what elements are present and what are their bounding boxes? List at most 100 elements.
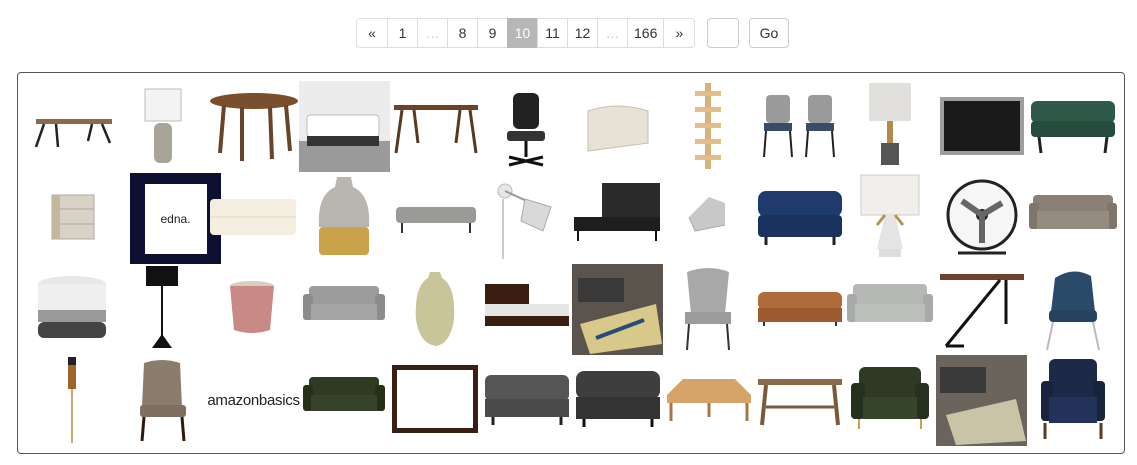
product-thumbnail[interactable]: [754, 264, 845, 355]
product-thumbnail[interactable]: [390, 355, 481, 446]
product-thumbnail[interactable]: [390, 264, 481, 355]
page-12-button[interactable]: 12: [567, 18, 598, 48]
dining-chair-icon: [140, 360, 186, 442]
product-grid: edna. amazonbasics: [17, 72, 1125, 454]
page-9-button[interactable]: 9: [477, 18, 508, 48]
ottoman-icon: [485, 375, 569, 425]
product-thumbnail[interactable]: [936, 264, 1027, 355]
product-thumbnail[interactable]: [299, 264, 390, 355]
product-thumbnail[interactable]: [1027, 173, 1118, 264]
page-8-button[interactable]: 8: [447, 18, 478, 48]
product-thumbnail[interactable]: [118, 264, 209, 355]
product-thumbnail[interactable]: [754, 81, 845, 172]
product-thumbnail[interactable]: [572, 81, 663, 172]
wall-shelf-icon: [695, 83, 721, 169]
living-room-icon: [572, 264, 663, 355]
product-thumbnail[interactable]: [481, 355, 572, 446]
pagination-ellipsis: …: [417, 18, 448, 48]
product-thumbnail[interactable]: [208, 173, 299, 264]
product-thumbnail[interactable]: [299, 81, 390, 172]
vase-icon: [318, 177, 370, 255]
standing-desk-icon: [940, 274, 1024, 348]
product-thumbnail[interactable]: [572, 355, 663, 446]
page-1-button[interactable]: 1: [387, 18, 418, 48]
armless-chair-icon: [1041, 359, 1105, 439]
product-thumbnail[interactable]: [754, 173, 845, 264]
loveseat-icon: [303, 377, 385, 411]
product-thumbnail[interactable]: [1027, 264, 1118, 355]
platform-bed-icon: [574, 183, 660, 241]
table-lamp-icon: [860, 174, 920, 257]
desk-icon: [34, 119, 112, 148]
round-table-icon: [210, 93, 298, 161]
product-thumbnail[interactable]: [663, 173, 754, 264]
pagination-next-button[interactable]: »: [663, 18, 696, 48]
product-thumbnail[interactable]: [663, 81, 754, 172]
product-thumbnail[interactable]: [845, 355, 936, 446]
product-thumbnail[interactable]: [390, 173, 481, 264]
go-button[interactable]: Go: [749, 18, 789, 48]
product-thumbnail[interactable]: [936, 81, 1027, 172]
sofa-icon: [847, 284, 933, 322]
planter-icon: [230, 281, 274, 333]
product-thumbnail[interactable]: [481, 264, 572, 355]
product-thumbnail[interactable]: [936, 355, 1027, 446]
office-chair-icon: [507, 93, 545, 167]
ottoman-icon: [576, 371, 660, 427]
bench-ottoman-icon: [210, 199, 296, 235]
product-thumbnail[interactable]: [663, 264, 754, 355]
page-number-input[interactable]: [707, 18, 739, 48]
vase-icon: [415, 272, 455, 346]
product-thumbnail[interactable]: [390, 81, 481, 172]
product-thumbnail[interactable]: amazonbasics: [207, 355, 300, 446]
pagination-prev-button[interactable]: «: [356, 18, 388, 48]
product-thumbnail[interactable]: [754, 355, 845, 446]
page-10-current[interactable]: 10: [507, 18, 538, 48]
bed-icon: [485, 284, 569, 326]
pagination-ellipsis: …: [597, 18, 628, 48]
brand-logo-icon: amazonbasics: [207, 392, 300, 409]
desk-fan-icon: [946, 179, 1018, 255]
product-thumbnail[interactable]: [299, 173, 390, 264]
ottoman-icon: [1031, 101, 1115, 154]
product-thumbnail[interactable]: [936, 173, 1027, 264]
table-lamp-icon: [144, 88, 182, 163]
product-thumbnail[interactable]: [481, 173, 572, 264]
bench-icon: [396, 207, 476, 233]
photo-frame-icon: edna.: [139, 178, 212, 259]
product-thumbnail[interactable]: [299, 355, 390, 446]
pouf-icon: [38, 276, 106, 338]
product-thumbnail[interactable]: [572, 264, 663, 355]
page-166-button[interactable]: 166: [627, 18, 665, 48]
bench-icon: [667, 379, 751, 421]
product-thumbnail[interactable]: [208, 81, 299, 172]
product-thumbnail[interactable]: [28, 264, 119, 355]
product-thumbnail[interactable]: [481, 81, 572, 172]
mirror-frame-icon: [392, 365, 478, 433]
floor-lamp-icon: [146, 266, 178, 348]
product-thumbnail[interactable]: [572, 173, 663, 264]
product-thumbnail[interactable]: [28, 173, 119, 264]
product-thumbnail[interactable]: [845, 264, 936, 355]
page-11-button[interactable]: 11: [537, 18, 568, 48]
headboard-icon: [587, 105, 649, 152]
armchair-icon: [851, 367, 929, 429]
sofa-icon: [303, 286, 385, 320]
floor-chair-icon: [688, 197, 726, 232]
product-thumbnail[interactable]: [663, 355, 754, 446]
product-thumbnail[interactable]: [28, 355, 119, 446]
product-thumbnail[interactable]: [118, 81, 209, 172]
bed-frame-icon: [299, 81, 390, 172]
product-thumbnail[interactable]: [1027, 355, 1118, 446]
console-table-icon: [758, 379, 842, 426]
product-thumbnail[interactable]: [1027, 81, 1118, 172]
product-thumbnail[interactable]: [208, 264, 299, 355]
product-thumbnail[interactable]: [28, 81, 119, 172]
table-lamp-icon: [869, 83, 911, 165]
product-thumbnail[interactable]: [845, 81, 936, 172]
product-thumbnail[interactable]: [118, 355, 209, 446]
ottoman-icon: [758, 191, 842, 245]
writing-desk-icon: [394, 105, 478, 154]
product-thumbnail[interactable]: [845, 173, 936, 264]
wall-lamp-icon: [497, 183, 552, 259]
